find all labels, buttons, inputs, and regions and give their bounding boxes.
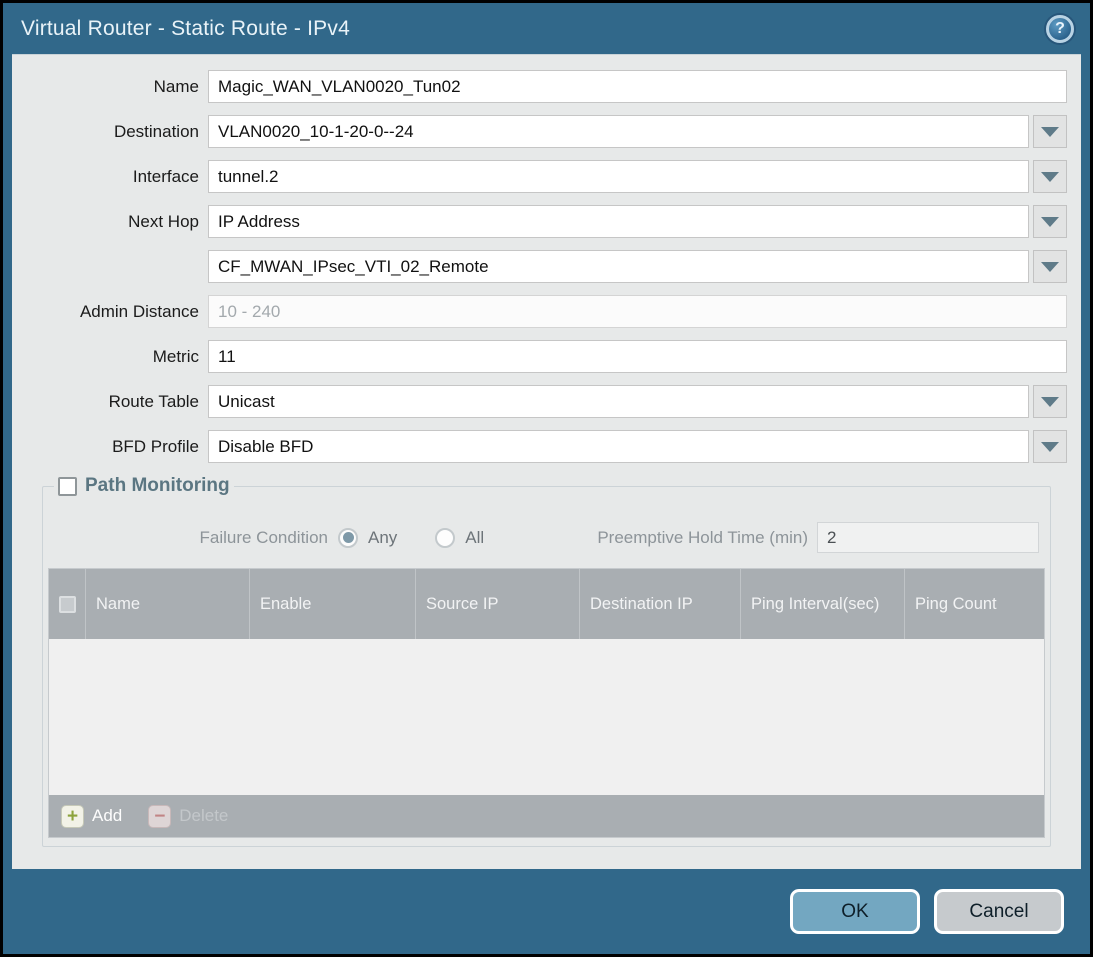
name-label: Name [26,77,208,97]
radio-option-any[interactable]: Any [338,528,397,548]
next-hop-address-dropdown-button[interactable] [1033,250,1067,283]
interface-input[interactable] [208,160,1029,193]
form-row-name: Name [26,70,1067,103]
destination-input[interactable] [208,115,1029,148]
radio-any-label: Any [368,528,397,548]
chevron-down-icon [1041,217,1059,227]
dialog-body: Name Destination Interface [12,54,1081,869]
screenshot-frame: Virtual Router - Static Route - IPv4 ? N… [0,0,1093,957]
form-row-destination: Destination [26,115,1067,148]
form-row-bfd-profile: BFD Profile [26,430,1067,463]
interface-label: Interface [26,167,208,187]
destination-label: Destination [26,122,208,142]
table-header-row: Name Enable Source IP Destination IP Pin… [49,569,1044,639]
name-input[interactable] [208,70,1067,103]
bfd-profile-input[interactable] [208,430,1029,463]
add-button-label: Add [92,806,122,826]
cancel-button[interactable]: Cancel [934,889,1064,934]
next-hop-type-dropdown-button[interactable] [1033,205,1067,238]
next-hop-label: Next Hop [26,212,208,232]
help-icon[interactable]: ? [1046,15,1074,43]
radio-option-all[interactable]: All [435,528,484,548]
add-button[interactable]: + Add [61,805,122,828]
chevron-down-icon [1041,397,1059,407]
form-row-next-hop: Next Hop [26,205,1067,238]
table-header-source-ip[interactable]: Source IP [416,569,580,639]
minus-icon: − [148,805,171,828]
chevron-down-icon [1041,127,1059,137]
metric-label: Metric [26,347,208,367]
table-header-ping-count[interactable]: Ping Count [905,569,1044,639]
select-all-checkbox[interactable] [59,596,76,613]
form-row-route-table: Route Table [26,385,1067,418]
path-monitoring-legend: Path Monitoring [54,475,234,497]
destination-dropdown-button[interactable] [1033,115,1067,148]
admin-distance-label: Admin Distance [26,302,208,322]
path-monitoring-title: Path Monitoring [85,475,230,497]
table-header-ping-interval[interactable]: Ping Interval(sec) [741,569,905,639]
admin-distance-input[interactable] [208,295,1067,328]
route-table-label: Route Table [26,392,208,412]
preemptive-hold-time-label: Preemptive Hold Time (min) [597,528,817,548]
delete-button-label: Delete [179,806,228,826]
ok-button[interactable]: OK [790,889,920,934]
form-row-next-hop-address [26,250,1067,283]
chevron-down-icon [1041,442,1059,452]
next-hop-address-input[interactable] [208,250,1029,283]
interface-dropdown-button[interactable] [1033,160,1067,193]
radio-all-icon [435,528,455,548]
form-row-interface: Interface [26,160,1067,193]
chevron-down-icon [1041,262,1059,272]
path-monitoring-checkbox[interactable] [58,477,77,496]
dialog-footer: OK Cancel [3,869,1090,954]
route-table-dropdown-button[interactable] [1033,385,1067,418]
metric-input[interactable] [208,340,1067,373]
static-route-dialog: Virtual Router - Static Route - IPv4 ? N… [3,3,1090,954]
table-header-checkbox-cell [49,569,86,639]
bfd-profile-dropdown-button[interactable] [1033,430,1067,463]
failure-condition-row: Failure Condition Any All Preemptive Hol… [48,521,1045,554]
table-body-empty [49,639,1044,795]
path-monitoring-table: Name Enable Source IP Destination IP Pin… [48,568,1045,838]
preemptive-hold-time-group: Preemptive Hold Time (min) [484,522,1045,553]
path-monitoring-section: Path Monitoring Failure Condition Any Al… [42,475,1051,847]
table-header-destination-ip[interactable]: Destination IP [580,569,741,639]
bfd-profile-label: BFD Profile [26,437,208,457]
table-header-name[interactable]: Name [86,569,250,639]
route-table-input[interactable] [208,385,1029,418]
radio-any-icon [338,528,358,548]
failure-condition-radio-group: Any All [338,528,484,548]
preemptive-hold-time-input[interactable] [817,522,1039,553]
delete-button[interactable]: − Delete [148,805,228,828]
dialog-title: Virtual Router - Static Route - IPv4 [21,17,350,41]
plus-icon: + [61,805,84,828]
next-hop-type-input[interactable] [208,205,1029,238]
table-header-enable[interactable]: Enable [250,569,416,639]
form-row-admin-distance: Admin Distance [26,295,1067,328]
table-toolbar: + Add − Delete [49,795,1044,837]
radio-all-label: All [465,528,484,548]
failure-condition-label: Failure Condition [48,528,338,548]
dialog-titlebar: Virtual Router - Static Route - IPv4 ? [3,3,1090,54]
chevron-down-icon [1041,172,1059,182]
form-row-metric: Metric [26,340,1067,373]
